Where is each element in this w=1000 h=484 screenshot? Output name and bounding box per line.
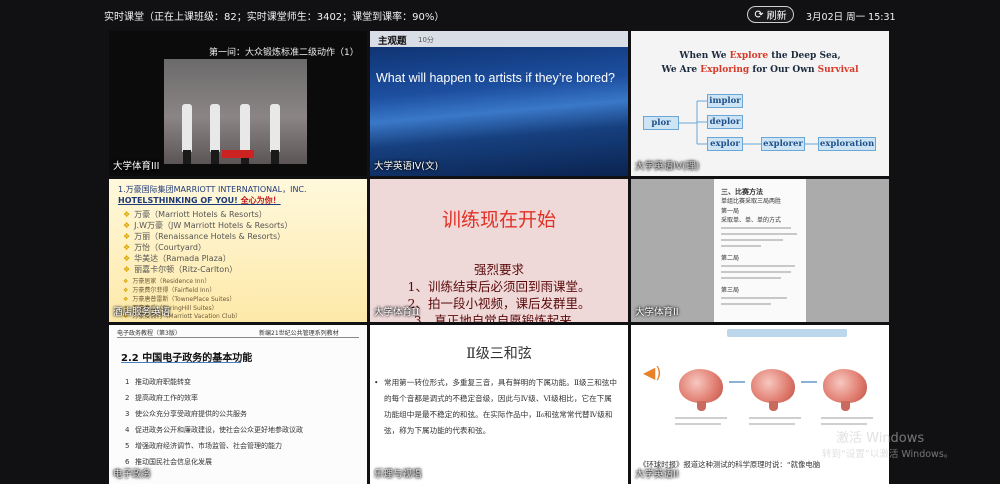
list-item: 5 增强政府经济调节、市场监管、社会管理的能力 <box>125 442 282 450</box>
paper-item: 第二局 <box>721 255 740 262</box>
text-line <box>721 239 783 241</box>
list-item: ❖ 万怡（Courtyard） <box>123 243 207 252</box>
classroom-tile-english4-science[interactable]: When We Explore the Deep Sea, We Are Exp… <box>631 31 889 176</box>
caption-line <box>749 417 801 419</box>
text-line <box>721 303 771 305</box>
classroom-status: 实时课堂（正在上课班级：82；实时课堂师生：3402；课堂到课率：90%） <box>104 12 445 23</box>
text-line <box>721 271 791 273</box>
root-box: plor <box>643 116 679 130</box>
course-label: 大学英语IV(文) <box>374 161 439 172</box>
course-label: 酒店服务英语 <box>113 307 171 318</box>
list-item: ❖ 华美达（Ramada Plaza） <box>123 254 231 263</box>
brain-illustration <box>823 369 867 411</box>
question-type: 主观题 <box>378 36 407 47</box>
word-tree-connectors <box>679 100 818 145</box>
performer-figure <box>240 104 250 164</box>
caption-line <box>821 423 867 425</box>
activation-watermark: 激活 Windows <box>836 431 925 446</box>
text-line <box>721 297 787 299</box>
text-line <box>721 277 781 279</box>
paper-item: 第三局 <box>721 287 740 294</box>
list-item: 2 提高政府工作的效率 <box>125 394 198 402</box>
classroom-grid: 第一间：大众锻炼标准二级动作（1） 大学体育III 主观题 10分 What w… <box>109 31 889 484</box>
slide-subheading: HOTELSTHINKING OF YOU! 全心为你！ <box>118 196 281 205</box>
classroom-tile-egov[interactable]: 电子政务教程（第3版） 新编21世纪公共管理系列教材 2.2 中国电子政务的基本… <box>109 325 367 484</box>
current-datetime: 3月02日 周一 15:31 <box>806 12 896 23</box>
word-box: explor <box>707 137 743 151</box>
text-line <box>721 245 761 247</box>
list-item: ❖ 万豪（Marriott Hotels & Resorts） <box>123 210 267 219</box>
classroom-tile-pe2-a[interactable]: 训练现在开始 强烈要求 1、训练结束后必须回到雨课堂。 2、拍一段小视频，课后发… <box>370 179 628 322</box>
list-item: 4 促进政务公开和廉政建设，使社会公众更好地参政议政 <box>125 426 303 434</box>
list-item: ❖ J.W万豪（JW Marriott Hotels & Resorts） <box>123 221 293 230</box>
series-title: 新编21世纪公共管理系列教材 <box>259 330 339 337</box>
book-title: 电子政务教程（第3版） <box>117 330 181 337</box>
caption-line <box>821 417 873 419</box>
slide-title: 训练现在开始 <box>441 209 556 231</box>
text-line <box>721 227 791 229</box>
list-item: ❖ 万豪居家（Residence Inn） <box>123 278 211 285</box>
refresh-label: 刷新 <box>766 11 787 22</box>
list-item: ❖ 万丽（Renaissance Hotels & Resorts） <box>123 232 286 241</box>
list-item: 1 推动政府职能转变 <box>125 378 191 386</box>
course-label: 大学英语IV(理) <box>635 161 700 172</box>
paper-item: 采取单、单、单的方式 <box>721 217 782 224</box>
activation-watermark-hint: 转到“设置”以激活 Windows。 <box>822 449 954 460</box>
speaker-icon: ◀) <box>643 363 662 382</box>
list-item: ❖ 丽嘉卡尔顿（Ritz-Carlton） <box>123 265 238 274</box>
paper-subheading: 单组比赛采取三局两胜 <box>721 198 782 205</box>
question-text: What will happen to artists if they’re b… <box>376 71 616 85</box>
course-label: 大学英语II <box>635 469 679 480</box>
classroom-tile-hotel-english[interactable]: 1.万豪国际集团MARRIOTT INTERNATIONAL，INC. HOTE… <box>109 179 367 322</box>
word-box: deplor <box>707 115 743 129</box>
performer-figure <box>210 104 220 164</box>
header-rule <box>117 337 359 338</box>
classroom-tile-english4-arts[interactable]: 主观题 10分 What will happen to artists if t… <box>370 31 628 176</box>
text-line <box>721 265 795 267</box>
text-line <box>721 233 797 235</box>
arrow-icon <box>801 381 817 383</box>
caption-line <box>749 423 795 425</box>
caption-line <box>675 423 721 425</box>
slide-title: 第一间：大众锻炼标准二级动作（1） <box>209 48 359 58</box>
paper-item: 第一局 <box>721 208 740 215</box>
performer-figure <box>182 104 192 164</box>
slide-heading: 1.万豪国际集团MARRIOTT INTERNATIONAL，INC. <box>118 185 307 194</box>
slide-paragraph: 常用第一转位形式，多重复三音，具有鲜明的下属功能。Ⅱ级三和弦中的每个音都是调式的… <box>374 375 618 439</box>
refresh-icon: ⟳ <box>754 8 764 21</box>
course-label: 乐理与视唱 <box>374 469 422 480</box>
classroom-tile-music-theory[interactable]: Ⅱ级三和弦 常用第一转位形式，多重复三音，具有鲜明的下属功能。Ⅱ级三和弦中的每个… <box>370 325 628 484</box>
document-page: 三、比赛方法 单组比赛采取三局两胜 第一局 采取单、单、单的方式 第二局 第三局 <box>714 179 806 322</box>
brain-illustration <box>751 369 795 411</box>
caption-line <box>675 417 727 419</box>
video-frame <box>164 59 307 164</box>
top-bar: 实时课堂（正在上课班级：82；实时课堂师生：3402；课堂到课率：90%） ⟳ … <box>0 0 1000 30</box>
classroom-tile-english2[interactable]: ◀) 《环球时报》报道这种测试的科学原理时说：“就像电脑 大学英语II <box>631 325 889 484</box>
brain-illustration <box>679 369 723 411</box>
section-underline <box>121 362 241 363</box>
classroom-tile-pe2-b[interactable]: 三、比赛方法 单组比赛采取三局两胜 第一局 采取单、单、单的方式 第二局 第三局… <box>631 179 889 322</box>
course-label: 大学体育III <box>113 161 160 172</box>
performer-figure <box>270 104 280 164</box>
word-box: explorer <box>761 137 805 151</box>
list-item: ❖ 万豪费尔菲得（Fairfield Inn） <box>123 287 216 294</box>
arrow-icon <box>729 381 745 383</box>
refresh-button[interactable]: ⟳ 刷新 <box>747 6 794 23</box>
classroom-tile-pe3[interactable]: 第一间：大众锻炼标准二级动作（1） 大学体育III <box>109 31 367 176</box>
course-label: 大学体育II <box>374 307 420 318</box>
slide-title: Ⅱ级三和弦 <box>466 346 532 362</box>
word-box: exploration <box>818 137 876 151</box>
stage-sign <box>222 150 254 158</box>
course-label: 大学体育II <box>635 307 679 318</box>
word-box: implor <box>707 94 743 108</box>
diagram-banner <box>727 329 847 337</box>
question-tag: 主观题 10分 <box>370 31 628 47</box>
question-score: 10分 <box>418 36 434 44</box>
list-item: ❖ 万豪唐普雷斯（TownePlace Suites） <box>123 296 236 303</box>
course-label: 电子政务 <box>113 469 152 480</box>
list-item: 3 使公众充分享受政府提供的公共服务 <box>125 410 247 418</box>
